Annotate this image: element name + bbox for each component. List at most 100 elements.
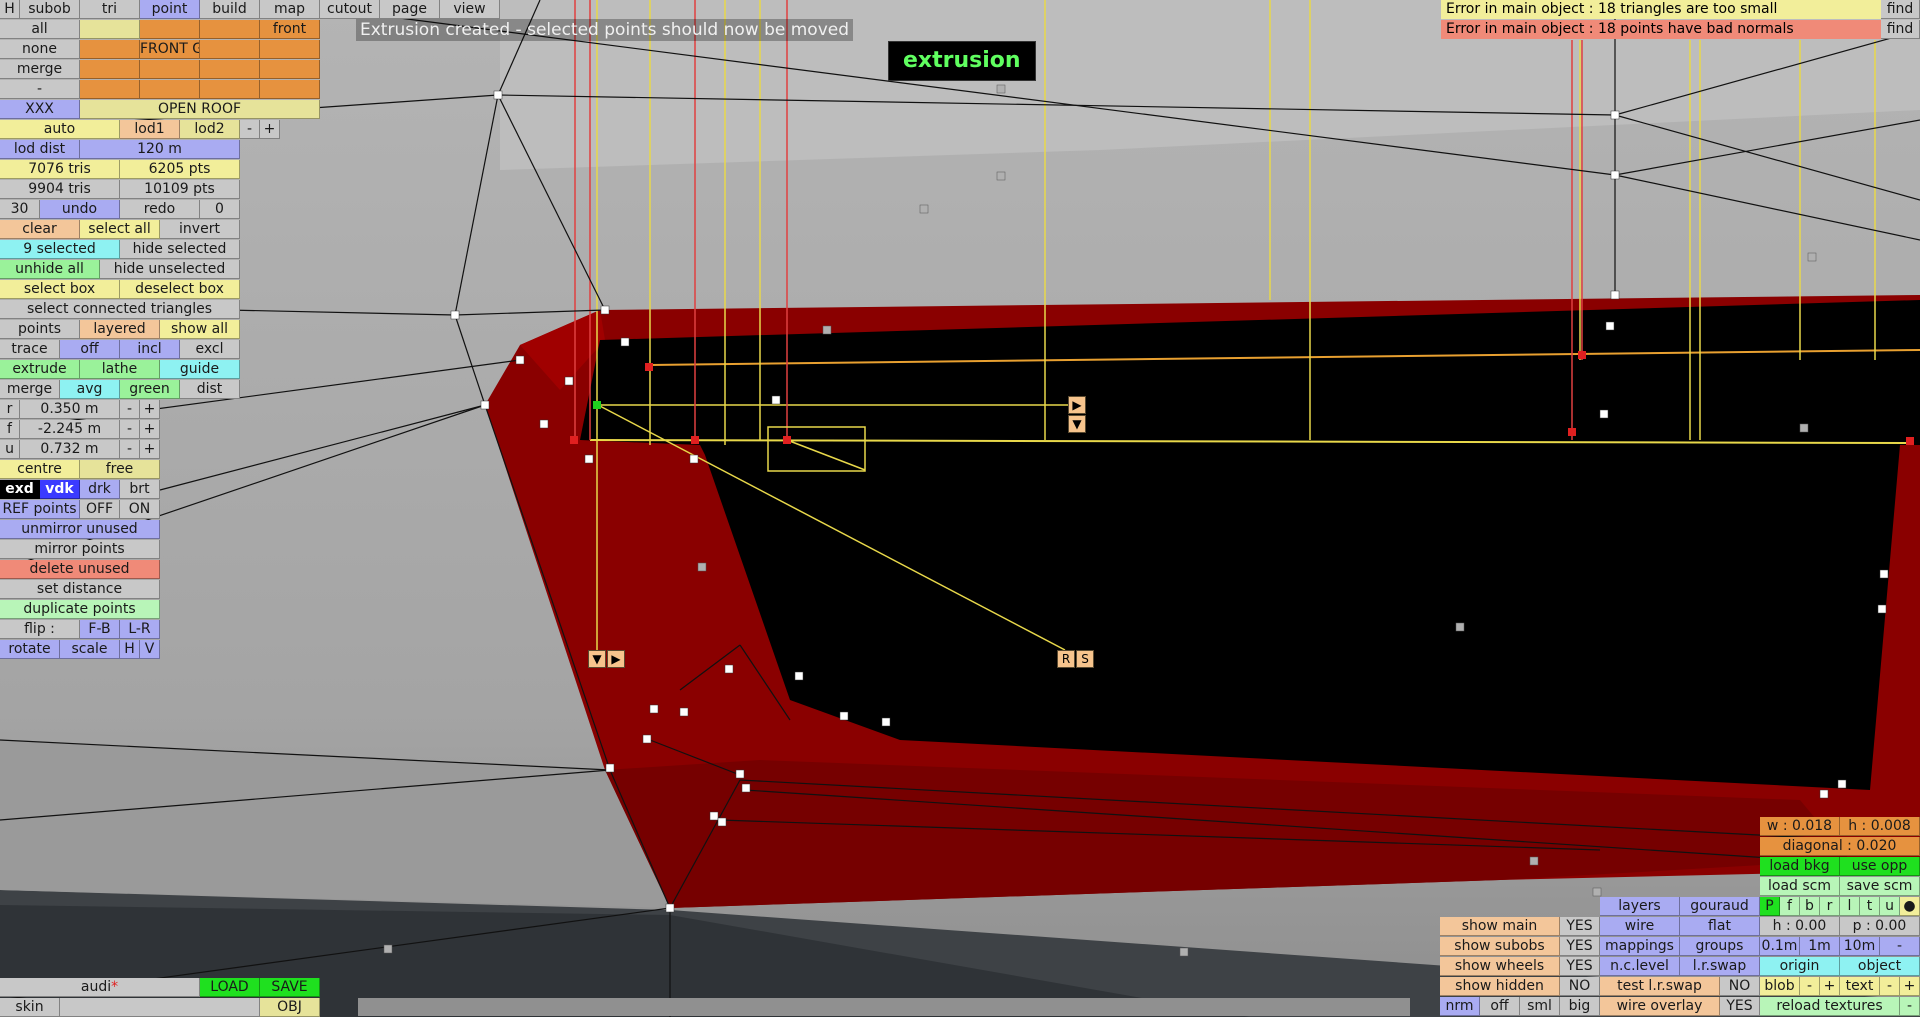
layers-button[interactable]: layers xyxy=(1600,897,1680,916)
delete-unused-button[interactable]: delete unused xyxy=(0,560,160,579)
3d-viewport[interactable] xyxy=(0,0,1920,1017)
mappings-button[interactable]: mappings xyxy=(1600,937,1680,956)
group-cell[interactable] xyxy=(140,80,200,99)
centre-button[interactable]: centre xyxy=(0,460,80,479)
dot-button[interactable]: ● xyxy=(1900,897,1920,916)
u-minus-button[interactable]: - xyxy=(120,440,140,459)
h-button[interactable]: H xyxy=(120,640,140,659)
menu-build[interactable]: build xyxy=(200,0,260,19)
layered-button[interactable]: layered xyxy=(80,320,160,339)
obj-button[interactable]: OBJ xyxy=(260,998,320,1017)
blob-button[interactable]: blob xyxy=(1760,977,1800,996)
view-l-button[interactable]: l xyxy=(1840,897,1860,916)
view-p-button[interactable]: P xyxy=(1760,897,1780,916)
save-button[interactable]: SAVE xyxy=(260,978,320,997)
groups-button[interactable]: groups xyxy=(1680,937,1760,956)
grid-10m-button[interactable]: 10m xyxy=(1840,937,1880,956)
extrude-button[interactable]: extrude xyxy=(0,360,80,379)
find-button[interactable]: find xyxy=(1881,20,1920,39)
select-all-button[interactable]: select all xyxy=(80,220,160,239)
menu-map[interactable]: map xyxy=(260,0,320,19)
mirror-points-button[interactable]: mirror points xyxy=(0,540,160,559)
rotate-button[interactable]: rotate xyxy=(0,640,60,659)
load-bkg-button[interactable]: load bkg xyxy=(1760,857,1840,876)
move-right-handle[interactable]: ▶ xyxy=(607,650,625,668)
save-scm-button[interactable]: save scm xyxy=(1840,877,1920,896)
vdk-button[interactable]: vdk xyxy=(40,480,80,499)
v-button[interactable]: V xyxy=(140,640,160,659)
load-scm-button[interactable]: load scm xyxy=(1760,877,1840,896)
blob-minus-button[interactable]: - xyxy=(1800,977,1820,996)
lr-swap-button[interactable]: l.r.swap xyxy=(1680,957,1760,976)
blob-plus-button[interactable]: + xyxy=(1820,977,1840,996)
invert-button[interactable]: invert xyxy=(160,220,240,239)
group-cell[interactable] xyxy=(260,40,320,59)
lod-dist-value[interactable]: 120 m xyxy=(80,140,240,159)
group-front[interactable]: front xyxy=(260,20,320,39)
menu-subob[interactable]: subob xyxy=(20,0,80,19)
merge-points-button[interactable]: merge xyxy=(0,380,60,399)
find-button[interactable]: find xyxy=(1881,0,1920,19)
group-cell[interactable] xyxy=(200,40,260,59)
move-forward-handle[interactable]: ▶ xyxy=(1068,396,1086,414)
undo-button[interactable]: undo xyxy=(40,200,120,219)
show-wheels-label[interactable]: show wheels xyxy=(1440,957,1560,976)
normals-off-button[interactable]: off xyxy=(1480,997,1520,1016)
view-b-button[interactable]: b xyxy=(1800,897,1820,916)
load-button[interactable]: LOAD xyxy=(200,978,260,997)
merge-green-button[interactable]: green xyxy=(120,380,180,399)
view-r-button[interactable]: r xyxy=(1820,897,1840,916)
grid-01m-button[interactable]: 0.1m xyxy=(1760,937,1800,956)
group-cell[interactable] xyxy=(80,80,140,99)
select-connected-button[interactable]: select connected triangles xyxy=(0,300,240,319)
show-main-toggle[interactable]: YES xyxy=(1560,917,1600,936)
scale-button[interactable]: scale xyxy=(60,640,120,659)
r-value[interactable]: 0.350 m xyxy=(20,400,120,419)
nc-level-button[interactable]: n.c.level xyxy=(1600,957,1680,976)
show-all-button[interactable]: show all xyxy=(160,320,240,339)
f-minus-button[interactable]: - xyxy=(120,420,140,439)
hide-selected-button[interactable]: hide selected xyxy=(120,240,240,259)
show-subobs-toggle[interactable]: YES xyxy=(1560,937,1600,956)
points-button[interactable]: points xyxy=(0,320,80,339)
lathe-button[interactable]: lathe xyxy=(80,360,160,379)
flip-fb-button[interactable]: F-B xyxy=(80,620,120,639)
group-cell[interactable] xyxy=(200,20,260,39)
menu-tri[interactable]: tri xyxy=(80,0,140,19)
show-hidden-label[interactable]: show hidden xyxy=(1440,977,1560,996)
group-cell[interactable] xyxy=(140,20,200,39)
lod-plus-button[interactable]: + xyxy=(260,120,280,139)
use-opp-button[interactable]: use opp xyxy=(1840,857,1920,876)
deselect-box-button[interactable]: deselect box xyxy=(120,280,240,299)
clear-button[interactable]: clear xyxy=(0,220,80,239)
reload-minus-button[interactable]: - xyxy=(1900,997,1920,1016)
group-cell[interactable] xyxy=(260,60,320,79)
test-lr-swap-toggle[interactable]: NO xyxy=(1720,977,1760,996)
u-value[interactable]: 0.732 m xyxy=(20,440,120,459)
brt-button[interactable]: brt xyxy=(120,480,160,499)
lod-dist-label[interactable]: lod dist xyxy=(0,140,80,159)
object-button[interactable]: object xyxy=(1840,957,1920,976)
lod1-button[interactable]: lod1 xyxy=(120,120,180,139)
menu-cutout[interactable]: cutout xyxy=(320,0,380,19)
redo-button[interactable]: redo xyxy=(120,200,200,219)
group-cell[interactable] xyxy=(80,20,140,39)
group-open-roof[interactable]: OPEN ROOF xyxy=(80,100,320,119)
all-button[interactable]: all xyxy=(0,20,80,39)
trace-off-button[interactable]: off xyxy=(60,340,120,359)
view-u-button[interactable]: u xyxy=(1880,897,1900,916)
none-button[interactable]: none xyxy=(0,40,80,59)
rotate-handle[interactable]: R xyxy=(1057,650,1075,668)
move-back-handle[interactable]: ▼ xyxy=(1068,415,1086,433)
view-t-button[interactable]: t xyxy=(1860,897,1880,916)
normals-nrm-button[interactable]: nrm xyxy=(1440,997,1480,1016)
select-box-button[interactable]: select box xyxy=(0,280,120,299)
skin-field[interactable] xyxy=(60,998,260,1017)
avg-button[interactable]: avg xyxy=(60,380,120,399)
unhide-all-button[interactable]: unhide all xyxy=(0,260,100,279)
menu-view[interactable]: view xyxy=(440,0,500,19)
group-cell[interactable] xyxy=(80,40,140,59)
r-plus-button[interactable]: + xyxy=(140,400,160,419)
auto-button[interactable]: auto xyxy=(0,120,120,139)
duplicate-points-button[interactable]: duplicate points xyxy=(0,600,160,619)
